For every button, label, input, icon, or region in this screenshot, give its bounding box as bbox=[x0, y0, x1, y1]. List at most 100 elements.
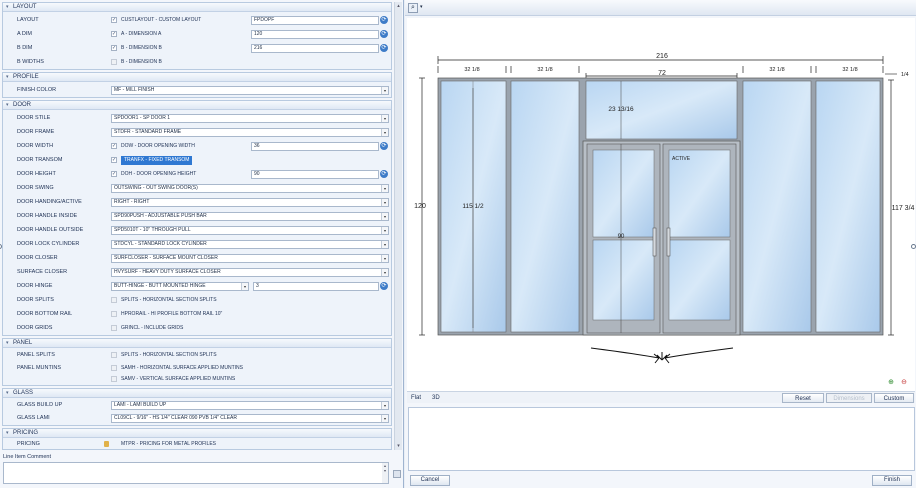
checkbox-muntins-v[interactable] bbox=[111, 376, 117, 382]
door-left-upper-glass bbox=[592, 149, 655, 238]
collapse-icon[interactable]: ▾ bbox=[6, 73, 9, 82]
select-value: SPD5010T - 10" THROUGH PULL bbox=[114, 227, 191, 233]
tab-3d[interactable]: 3D bbox=[432, 392, 440, 404]
door-right-lower-glass bbox=[668, 239, 731, 321]
refresh-icon[interactable]: ⟳ bbox=[380, 30, 388, 38]
checkbox-door-transom[interactable]: ✓ bbox=[111, 157, 117, 163]
collapse-icon[interactable]: ▾ bbox=[6, 101, 9, 110]
collapse-icon[interactable]: ▾ bbox=[6, 339, 9, 348]
collapse-icon[interactable]: ▾ bbox=[6, 3, 9, 12]
checkbox-door-bottom-rail[interactable] bbox=[111, 311, 117, 317]
text-a-dim: A - DIMENSION A bbox=[121, 31, 162, 37]
section-panel-header[interactable]: ▾ PANEL bbox=[3, 339, 391, 348]
chevron-down-icon[interactable]: ▾ bbox=[420, 4, 423, 10]
label-door-height: 90 bbox=[618, 234, 625, 240]
checkbox-layout[interactable]: ✓ bbox=[111, 17, 117, 23]
cancel-button[interactable]: Cancel bbox=[410, 475, 450, 486]
checkbox-a-dim[interactable]: ✓ bbox=[111, 31, 117, 37]
row-door-closer: DOOR CLOSER SURFCLOSER - SURFACE MOUNT C… bbox=[3, 252, 391, 265]
section-layout-header[interactable]: ▾ LAYOUT bbox=[3, 3, 391, 12]
dimensions-button[interactable]: Dimensions bbox=[826, 393, 872, 403]
chevron-down-icon[interactable]: ▾ bbox=[381, 185, 388, 192]
section-title: DOOR bbox=[13, 102, 31, 108]
config-scrollbar[interactable]: ▴ ▾ bbox=[394, 2, 402, 450]
refresh-icon[interactable]: ⟳ bbox=[380, 282, 388, 290]
chevron-down-icon[interactable]: ▾ bbox=[381, 255, 388, 262]
refresh-icon[interactable]: ⟳ bbox=[380, 44, 388, 52]
collapse-icon[interactable]: ▾ bbox=[6, 429, 9, 438]
label-door-stile: DOOR STILE bbox=[17, 115, 51, 121]
section-title: LAYOUT bbox=[13, 4, 37, 10]
select-surface-closer[interactable]: HVYSURF - HEAVY DUTY SURFACE CLOSER ▾ bbox=[111, 268, 389, 277]
chevron-down-icon[interactable]: ▾ bbox=[381, 213, 388, 220]
select-glass-build[interactable]: LAMI - LAMI BUILD UP ▾ bbox=[111, 401, 389, 410]
zoom-out-icon[interactable]: ⊖ bbox=[900, 378, 908, 387]
section-door-header[interactable]: ▾ DOOR bbox=[3, 101, 391, 110]
chevron-down-icon[interactable]: ▾ bbox=[381, 402, 388, 409]
zoom-icon[interactable]: ⌕ bbox=[408, 3, 418, 13]
note-icon[interactable] bbox=[393, 470, 401, 478]
section-profile-header[interactable]: ▾ PROFILE bbox=[3, 73, 391, 82]
input-door-width[interactable]: 36 bbox=[251, 142, 379, 151]
checkbox-muntins-h[interactable] bbox=[111, 365, 117, 371]
chevron-down-icon[interactable]: ▾ bbox=[381, 415, 388, 422]
input-a-dim[interactable]: 120 bbox=[251, 30, 379, 39]
resize-handle-icon[interactable] bbox=[911, 244, 916, 249]
select-door-handing[interactable]: RIGHT - RIGHT ▾ bbox=[111, 198, 389, 207]
reset-button[interactable]: Reset bbox=[782, 393, 824, 403]
drawing-canvas[interactable]: 216 32 1/8 32 1/8 32 1/8 32 1/8 72 1/4 2… bbox=[407, 18, 915, 391]
chevron-down-icon[interactable]: ▾ bbox=[381, 241, 388, 248]
select-value: BUTT-HINGE - BUTT MOUNTED HINGE bbox=[114, 283, 206, 289]
select-finish-color[interactable]: MF - MILL FINISH ▾ bbox=[111, 86, 389, 95]
comment-scrollbar[interactable]: ▴ ▾ bbox=[382, 463, 388, 483]
row-door-frame: DOOR FRAME STDFR - STANDARD FRAME ▾ bbox=[3, 126, 391, 139]
chevron-down-icon[interactable]: ▾ bbox=[381, 199, 388, 206]
text-door-splits: SPLITS - HORIZONTAL SECTION SPLITS bbox=[121, 297, 217, 303]
section-glass-header[interactable]: ▾ GLASS bbox=[3, 389, 391, 398]
label-panel-width-2: 32 1/8 bbox=[537, 67, 552, 73]
section-title: PROFILE bbox=[13, 74, 39, 80]
text-door-transom[interactable]: TRANFX - FIXED TRANSOM bbox=[121, 156, 193, 165]
row-door-stile: DOOR STILE SPDOOR1 - SP DOOR 1 ▾ bbox=[3, 112, 391, 125]
select-glass-lami[interactable]: CL09CL - 9/16" - HS 1/4" CLEAR 090 PVB 1… bbox=[111, 414, 389, 423]
checkbox-panel-splits[interactable] bbox=[111, 352, 117, 358]
chevron-down-icon[interactable]: ▾ bbox=[381, 87, 388, 94]
checkbox-door-height[interactable]: ✓ bbox=[111, 171, 117, 177]
refresh-icon[interactable]: ⟳ bbox=[380, 142, 388, 150]
chevron-down-icon[interactable]: ▾ bbox=[381, 129, 388, 136]
tab-flat[interactable]: Flat bbox=[411, 392, 421, 404]
input-door-height[interactable]: 90 bbox=[251, 170, 379, 179]
scroll-down-icon[interactable]: ▾ bbox=[395, 442, 402, 450]
select-door-lock-cylinder[interactable]: STDCYL - STANDARD LOCK CYLINDER ▾ bbox=[111, 240, 389, 249]
refresh-icon[interactable]: ⟳ bbox=[380, 170, 388, 178]
select-door-closer[interactable]: SURFCLOSER - SURFACE MOUNT CLOSER ▾ bbox=[111, 254, 389, 263]
checkbox-b-widths[interactable] bbox=[111, 59, 117, 65]
input-hinge-count[interactable]: 3 bbox=[253, 282, 379, 291]
text-muntins-v: SAMV - VERTICAL SURFACE APPLIED MUNTINS bbox=[121, 376, 236, 382]
section-pricing-header[interactable]: ▾ PRICING bbox=[3, 429, 391, 438]
select-door-stile[interactable]: SPDOOR1 - SP DOOR 1 ▾ bbox=[111, 114, 389, 123]
select-door-swing[interactable]: OUTSWING - OUT SWING DOOR(S) ▾ bbox=[111, 184, 389, 193]
select-door-handle-inside[interactable]: SPD90PUSH - ADJUSTABLE PUSH BAR ▾ bbox=[111, 212, 389, 221]
checkbox-door-splits[interactable] bbox=[111, 297, 117, 303]
chevron-down-icon[interactable]: ▾ bbox=[381, 115, 388, 122]
custom-button[interactable]: Custom bbox=[874, 393, 914, 403]
chevron-down-icon[interactable]: ▾ bbox=[381, 227, 388, 234]
chevron-down-icon[interactable]: ▾ bbox=[381, 269, 388, 276]
refresh-icon[interactable]: ⟳ bbox=[380, 16, 388, 24]
select-door-frame[interactable]: STDFR - STANDARD FRAME ▾ bbox=[111, 128, 389, 137]
input-layout[interactable]: FPDOPF bbox=[251, 16, 379, 25]
checkbox-door-width[interactable]: ✓ bbox=[111, 143, 117, 149]
select-door-hinge[interactable]: BUTT-HINGE - BUTT MOUNTED HINGE ▾ bbox=[111, 282, 249, 291]
row-door-handle-outside: DOOR HANDLE OUTSIDE SPD5010T - 10" THROU… bbox=[3, 224, 391, 237]
collapse-icon[interactable]: ▾ bbox=[6, 389, 9, 398]
chevron-down-icon[interactable]: ▾ bbox=[241, 283, 248, 290]
checkbox-door-grids[interactable] bbox=[111, 325, 117, 331]
finish-button[interactable]: Finish bbox=[872, 475, 912, 486]
zoom-in-icon[interactable]: ⊕ bbox=[887, 378, 895, 387]
comment-textarea[interactable] bbox=[3, 462, 389, 484]
checkbox-b-dim[interactable]: ✓ bbox=[111, 45, 117, 51]
scroll-up-icon[interactable]: ▴ bbox=[395, 2, 402, 10]
select-door-handle-outside[interactable]: SPD5010T - 10" THROUGH PULL ▾ bbox=[111, 226, 389, 235]
input-b-dim[interactable]: 216 bbox=[251, 44, 379, 53]
